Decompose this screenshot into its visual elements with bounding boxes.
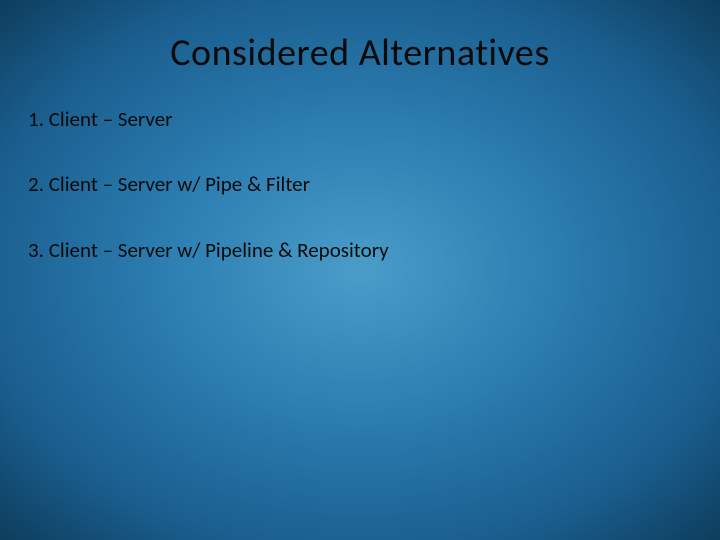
slide-title: Considered Alternatives [0,0,720,106]
slide: Considered Alternatives 1. Client – Serv… [0,0,720,540]
list-item: 2. Client – Server w/ Pipe & Filter [28,171,692,198]
list-item: 1. Client – Server [28,106,692,133]
slide-content: 1. Client – Server 2. Client – Server w/… [0,106,720,264]
list-item: 3. Client – Server w/ Pipeline & Reposit… [28,237,692,264]
